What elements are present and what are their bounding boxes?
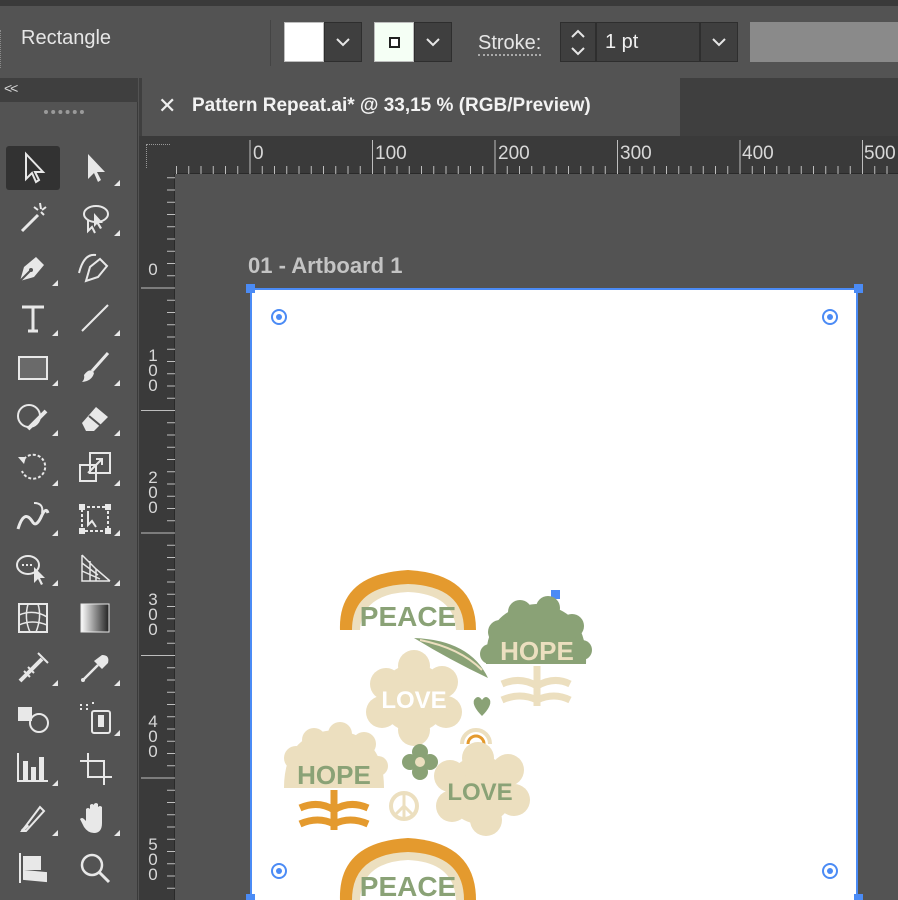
artwork-word-hope-1: HOPE <box>500 636 574 666</box>
peace-rainbow-bottom[interactable]: PEACE <box>339 838 476 900</box>
artwork-word-peace-1: PEACE <box>360 601 456 632</box>
pattern-artwork[interactable]: PEACE HOPE LOVE HOPE LOVE PEACE <box>0 0 898 900</box>
heart-shape <box>473 697 491 716</box>
hope-flower-top[interactable]: HOPE <box>480 596 592 706</box>
artwork-word-love-2: LOVE <box>447 779 512 806</box>
peace-sign-icon <box>389 791 419 821</box>
small-rainbow <box>460 728 492 745</box>
love-flower-bottom[interactable]: LOVE <box>434 742 530 836</box>
peace-rainbow-top[interactable]: PEACE <box>339 570 476 632</box>
artwork-word-peace-2: PEACE <box>360 871 456 900</box>
illustrator-window: Rectangle Stroke: 1 pt << ✕ Pattern Repe… <box>0 0 898 900</box>
small-flower <box>402 744 438 780</box>
artwork-word-love-1: LOVE <box>381 687 446 714</box>
love-flower-top[interactable]: LOVE <box>366 650 462 746</box>
artwork-word-hope-2: HOPE <box>297 760 371 790</box>
hope-flower-bottom[interactable]: HOPE <box>284 722 388 830</box>
